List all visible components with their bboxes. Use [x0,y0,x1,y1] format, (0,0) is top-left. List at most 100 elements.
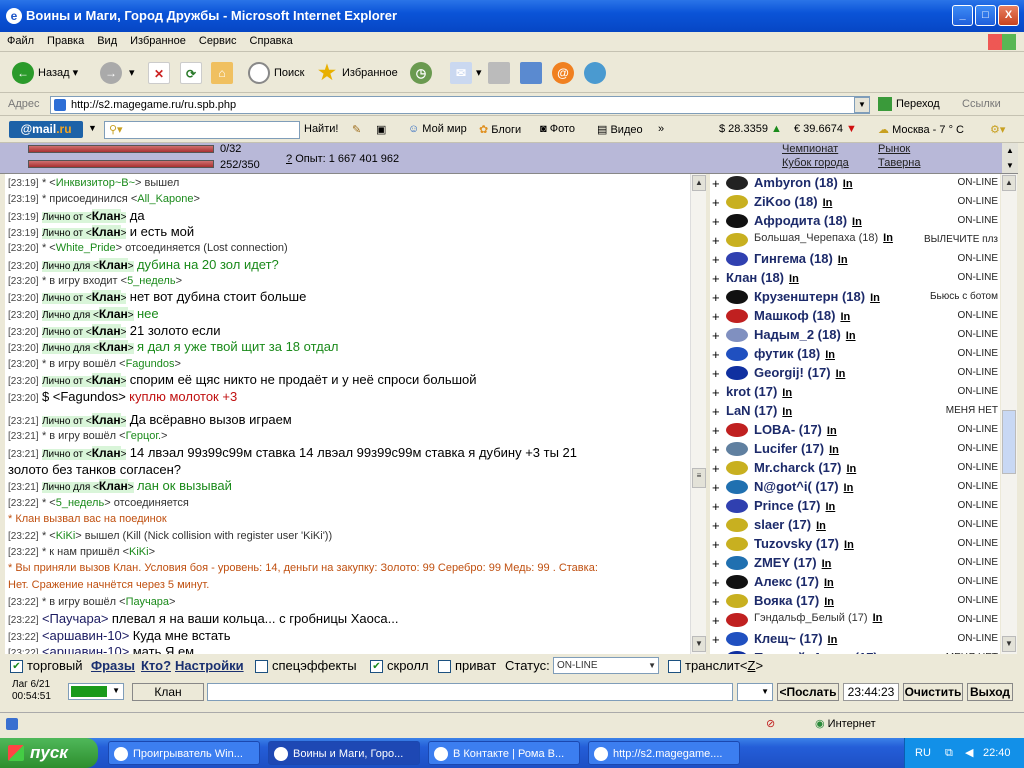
user-row[interactable]: + ZMEY (17) In ON-LINE [710,554,1000,573]
pencil-icon[interactable]: ✎ [352,123,361,136]
expand-icon[interactable]: + [712,176,720,191]
user-row[interactable]: + Lucifer (17) In ON-LINE [710,440,1000,459]
user-info-link[interactable]: In [828,634,838,646]
user-nick[interactable]: 5_недель [56,497,105,509]
user-nick[interactable]: Клан [91,209,121,223]
users-scrollbar[interactable]: ▲ ▼ [1001,174,1017,654]
scroll-up-arrow[interactable]: ▲ [692,175,706,191]
color-select[interactable]: ▼ [68,683,124,700]
address-dropdown[interactable]: ▼ [854,97,870,113]
users-scroll-thumb[interactable] [1002,410,1016,474]
user-row[interactable]: + Большая_Черепаха (18) In ВЫЛЕЧИТЕ плз [710,231,1000,250]
expand-icon[interactable]: + [712,575,720,590]
favorites-button[interactable]: ★ Избранное [316,61,398,85]
user-info-link[interactable]: In [789,273,799,285]
expand-icon[interactable]: + [712,347,720,362]
user-info-link[interactable]: In [844,482,854,494]
user-info-link[interactable]: In [870,292,880,304]
user-nick[interactable]: <аршавин-10> [42,628,129,643]
start-button[interactable]: пуск [0,738,98,768]
user-name[interactable]: Lucifer (17) In [754,441,839,456]
scroll-checkbox[interactable]: ✔ скролл [370,658,429,674]
user-name[interactable]: Tuzovsky (17) In [754,536,854,551]
forward-button[interactable]: → ▾ [100,61,135,85]
user-info-link[interactable]: In [852,216,862,228]
scroll-down-arrow[interactable]: ▼ [692,636,706,652]
mail-button[interactable]: ✉ ▾ [450,61,482,85]
message-input[interactable] [207,683,733,701]
users-scroll-down[interactable]: ▼ [1002,636,1016,652]
user-info-link[interactable]: In [843,178,853,190]
menu-edit[interactable]: Правка [40,32,90,47]
close-button[interactable]: X [998,5,1019,26]
user-row[interactable]: + Крузенштерн (18) In Бьюсь с ботом [710,288,1000,307]
user-info-link[interactable]: In [825,349,835,361]
user-name[interactable]: Prince (17) In [754,498,835,513]
user-info-link[interactable]: In [827,425,837,437]
video-button[interactable]: ▤ Видео [597,123,643,136]
user-nick[interactable]: <Паучара> [42,611,109,626]
user-info-link[interactable]: In [782,387,792,399]
user-name[interactable]: Гингема (18) In [754,251,848,266]
user-row[interactable]: + Prince (17) In ON-LINE [710,497,1000,516]
user-nick[interactable]: Герцог. [126,430,161,442]
user-name[interactable]: N@got^i( (17) In [754,479,853,494]
user-name[interactable]: Ambyron (18) In [754,175,853,190]
user-row[interactable]: + krot (17) In ON-LINE [710,383,1000,402]
user-name[interactable]: slaer (17) In [754,517,826,532]
expand-icon[interactable]: + [712,252,720,267]
user-nick[interactable]: Клан [91,290,121,304]
user-info-link[interactable]: In [782,406,792,418]
task-vkontakte[interactable]: В Контакте | Рома В... [428,741,580,765]
user-nick[interactable]: Fagundos [126,358,175,370]
user-row[interactable]: + LaN (17) In МЕНЯ НЕТ [710,402,1000,421]
user-info-link[interactable]: In [846,330,856,342]
menu-file[interactable]: Файл [0,32,40,47]
effects-checkbox[interactable]: спецэффекты [255,658,357,674]
user-row[interactable]: + ZiKoo (18) In ON-LINE [710,193,1000,212]
header-scrollbar[interactable]: ▲ ▼ [1002,143,1018,173]
user-info-link[interactable]: In [822,558,832,570]
status-select[interactable]: ON-LINE ▼ [553,657,659,674]
link-city-cup[interactable]: Кубок города [782,157,849,169]
menu-tools[interactable]: Сервис [192,32,243,47]
expand-icon[interactable]: + [712,461,720,476]
user-info-link[interactable]: In [838,254,848,266]
trade-nick[interactable]: $ <Fagundos> [42,389,126,404]
recipient-button[interactable]: Клан [132,683,204,701]
user-name[interactable]: LaN (17) In [726,403,792,418]
find-button[interactable]: Найти! [304,123,338,135]
user-nick[interactable]: Паучара [126,596,169,608]
scroll-thumb[interactable]: ≡ [692,468,706,488]
expand-icon[interactable]: + [712,537,720,552]
private-checkbox[interactable]: приват [438,658,496,674]
smiley-select[interactable]: ▼ [737,683,773,701]
user-info-link[interactable]: In [824,577,834,589]
go-button[interactable]: Переход [878,97,940,111]
expand-icon[interactable]: + [712,290,720,305]
user-nick[interactable]: Клан [98,479,128,493]
popup-blocker-icon[interactable]: ⊘ [766,717,775,730]
user-info-link[interactable]: In [883,653,893,654]
user-info-link[interactable]: In [825,501,835,513]
user-info-link[interactable]: In [846,463,856,475]
expand-icon[interactable]: + [712,233,720,248]
minimize-button[interactable]: _ [952,5,973,26]
home-button[interactable]: ⌂ [211,61,237,85]
block-icon[interactable]: ▣ [376,123,386,136]
user-name[interactable]: Крузенштерн (18) In [754,289,880,304]
user-row[interactable]: + Афродита (18) In ON-LINE [710,212,1000,231]
expand-icon[interactable]: + [712,632,720,647]
link-championship[interactable]: Чемпионат [782,143,838,155]
user-info-link[interactable]: In [829,444,839,456]
user-name[interactable]: Надым_2 (18) In [754,327,856,342]
user-nick[interactable]: Клан [98,258,128,272]
user-row[interactable]: + N@got^i( (17) In ON-LINE [710,478,1000,497]
expand-icon[interactable]: + [712,214,720,229]
expand-icon[interactable]: + [712,556,720,571]
user-name[interactable]: Палший_Ангел (17) In [754,650,893,654]
expand-icon[interactable]: + [712,195,720,210]
user-name[interactable]: Машкоф (18) In [754,308,850,323]
expand-icon[interactable]: + [712,613,720,628]
menu-favorites[interactable]: Избранное [123,32,192,47]
